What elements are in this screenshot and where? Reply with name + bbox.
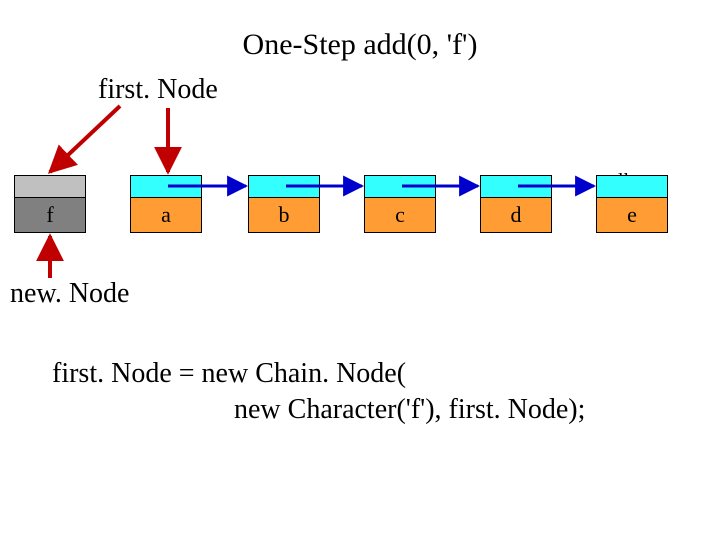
node-b-data-cell: b: [249, 198, 319, 232]
node-c-data-cell: c: [365, 198, 435, 232]
node-d-pointer-cell: [481, 176, 551, 198]
node-a-pointer-cell: [131, 176, 201, 198]
node-d: d: [480, 175, 552, 233]
arrow-firstnode-to-f: [50, 106, 120, 172]
code-line-2: new Character('f'), first. Node);: [52, 394, 585, 426]
first-node-label: first. Node: [98, 74, 218, 106]
node-a-data-cell: a: [131, 198, 201, 232]
node-e: e: [596, 175, 668, 233]
node-a: a: [130, 175, 202, 233]
code-line-1: first. Node = new Chain. Node(: [52, 358, 406, 390]
slide-title: One-Step add(0, 'f'): [0, 28, 720, 62]
node-e-pointer-cell: [597, 176, 667, 198]
new-node-label: new. Node: [10, 278, 129, 310]
node-f-pointer-cell: [15, 176, 85, 198]
node-e-data-cell: e: [597, 198, 667, 232]
node-d-data-cell: d: [481, 198, 551, 232]
node-c: c: [364, 175, 436, 233]
node-b: b: [248, 175, 320, 233]
node-c-pointer-cell: [365, 176, 435, 198]
node-b-pointer-cell: [249, 176, 319, 198]
node-f-data-cell: f: [15, 198, 85, 232]
node-f: f: [14, 175, 86, 233]
